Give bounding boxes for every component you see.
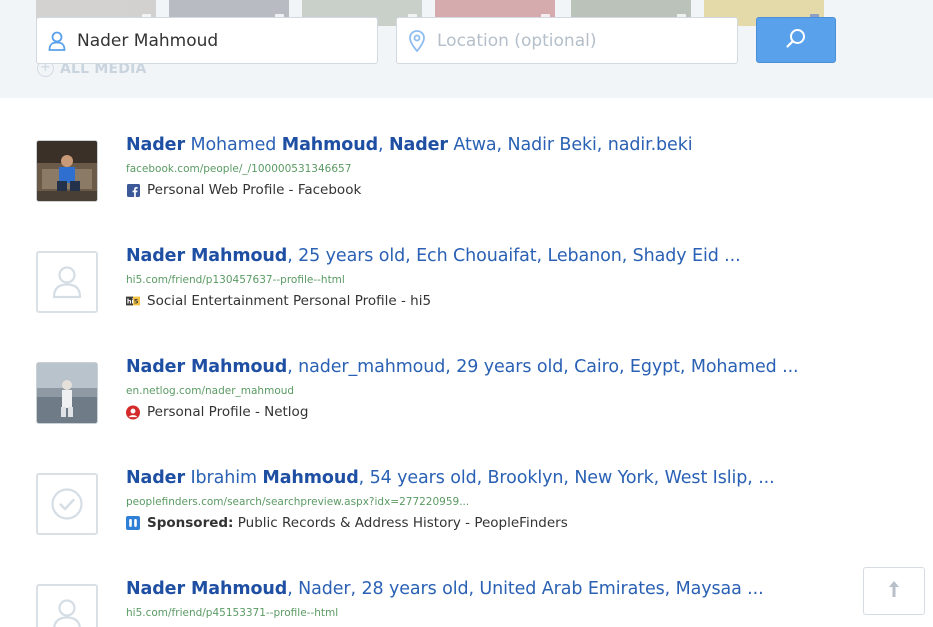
search-header: + ALL MEDIA: [0, 0, 933, 98]
result-title-part: Nader: [126, 468, 185, 488]
profile-photo[interactable]: [36, 362, 98, 424]
search-icon: [785, 27, 807, 53]
search-button[interactable]: [756, 17, 836, 63]
result-url: en.netlog.com/nader_mahmoud: [126, 385, 295, 397]
result-title-part: Nader Mahmoud: [126, 357, 288, 377]
result-title-part: , nader_mahmoud, 29 years old, Cairo, Eg…: [287, 357, 799, 377]
result-source: Sponsored: Public Records & Address Hist…: [126, 515, 568, 531]
person-placeholder-icon[interactable]: [36, 251, 98, 313]
result-title-part: Mahmoud: [262, 468, 359, 488]
result-title-link[interactable]: Nader Mahmoud, 25 years old, Ech Chouaif…: [126, 246, 741, 266]
svg-text:5: 5: [134, 298, 139, 306]
result-source-label: Sponsored: Public Records & Address Hist…: [147, 515, 568, 531]
result-url: hi5.com/friend/p130457637--profile--html: [126, 274, 345, 286]
name-input[interactable]: [77, 30, 367, 51]
person-icon: [37, 31, 77, 51]
person-placeholder-icon[interactable]: [36, 584, 98, 627]
result-title-part: , 25 years old, Ech Chouaifat, Lebanon, …: [287, 246, 741, 266]
result-url: peoplefinders.com/search/searchpreview.a…: [126, 496, 470, 508]
sponsored-label: Sponsored:: [147, 515, 234, 531]
map-pin-icon: [397, 29, 437, 52]
source-text: Public Records & Address History - Peopl…: [233, 515, 568, 531]
result-item: Nader Mahmoud, Nader, 28 years old, Unit…: [0, 98, 933, 627]
result-source: Personal Profile - Netlog: [126, 404, 308, 420]
result-title-part: Nader Mahmoud: [126, 579, 288, 599]
result-title-part: Nader Mahmoud: [126, 246, 288, 266]
result-title-link[interactable]: Nader Mahmoud, nader_mahmoud, 29 years o…: [126, 357, 799, 377]
name-field[interactable]: [36, 17, 378, 64]
result-title-part: , Nader, 28 years old, United Arab Emira…: [287, 579, 764, 599]
netlog-icon: [126, 405, 140, 419]
location-input[interactable]: [437, 30, 727, 51]
back-to-top-button[interactable]: [863, 567, 925, 615]
result-source: hi 5 Social Entertainment Personal Profile…: [126, 293, 431, 309]
arrow-up-icon: [887, 579, 901, 603]
result-source-label: Social Entertainment Personal Profile - …: [147, 293, 431, 309]
verified-placeholder-icon[interactable]: [36, 473, 98, 535]
location-field[interactable]: [396, 17, 738, 64]
peoplefinders-icon: [126, 516, 140, 530]
result-title-part: Ibrahim: [184, 468, 263, 488]
hi5-icon: hi 5: [126, 294, 140, 308]
source-text: Personal Profile - Netlog: [147, 404, 309, 420]
source-text: Social Entertainment Personal Profile - …: [147, 293, 432, 309]
result-title-link[interactable]: Nader Ibrahim Mahmoud, 54 years old, Bro…: [126, 468, 775, 488]
result-url: hi5.com/friend/p45153371--profile--html: [126, 607, 339, 619]
result-source-label: Personal Profile - Netlog: [147, 404, 308, 420]
result-title-part: , 54 years old, Brooklyn, New York, West…: [358, 468, 775, 488]
result-title-link[interactable]: Nader Mahmoud, Nader, 28 years old, Unit…: [126, 579, 764, 599]
svg-text:hi: hi: [127, 298, 134, 306]
